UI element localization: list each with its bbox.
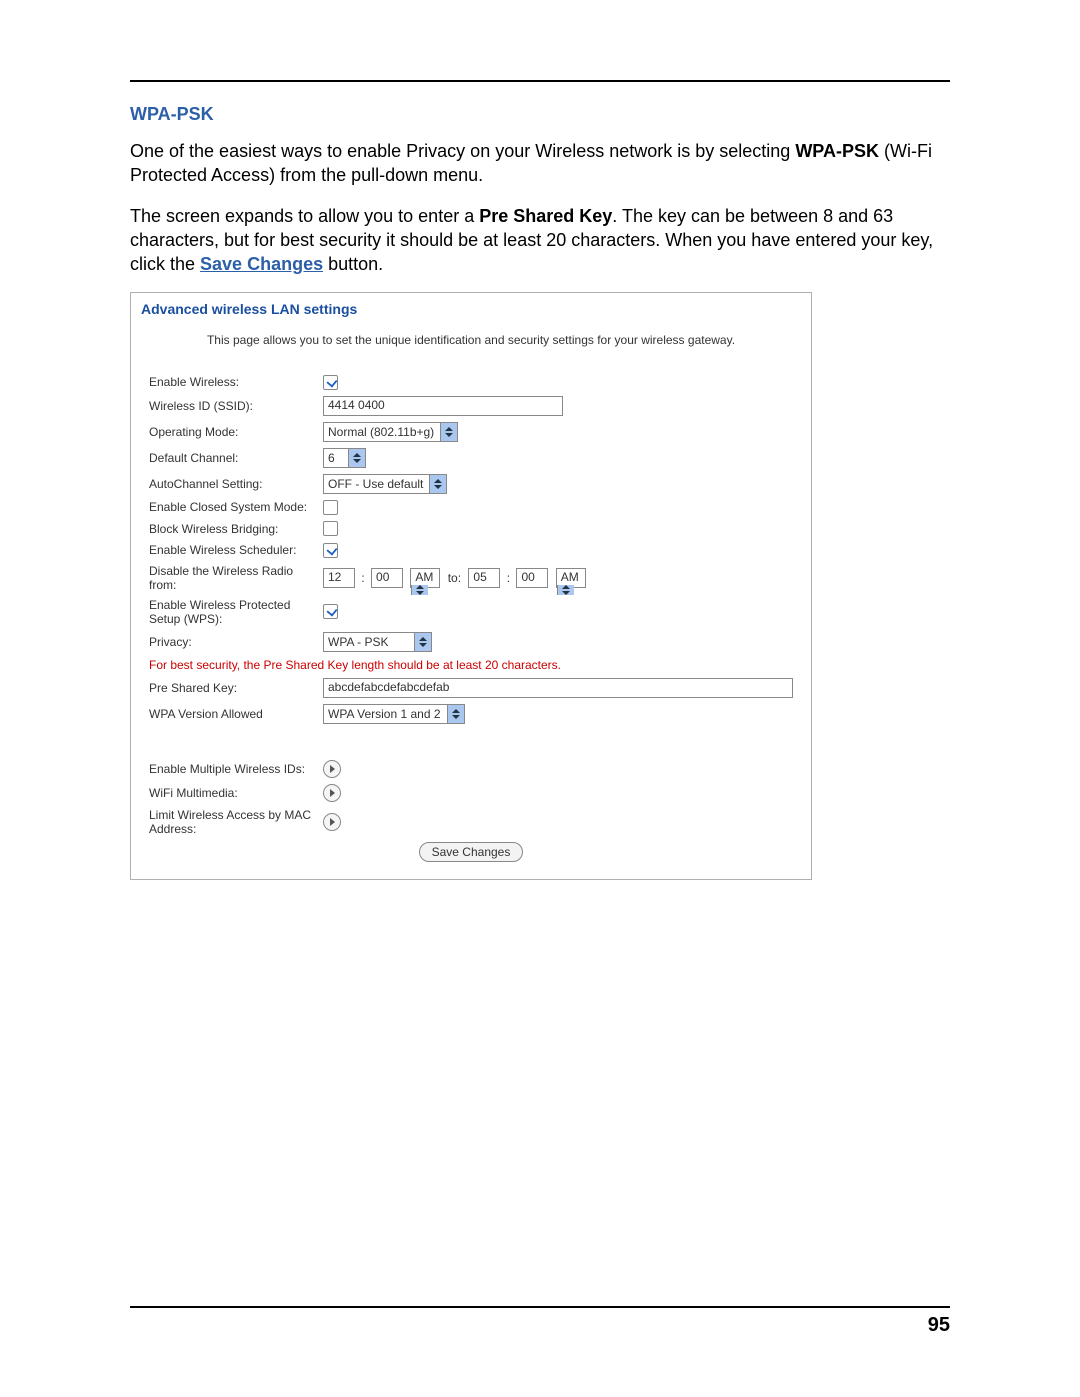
select-wpa-version-text: WPA Version 1 and 2 <box>324 705 447 723</box>
top-horizontal-rule <box>130 80 950 82</box>
page-number: 95 <box>130 1314 950 1337</box>
select-from-ampm-text: AM <box>411 569 439 585</box>
input-from-min[interactable]: 00 <box>371 568 403 588</box>
chevron-right-icon[interactable] <box>323 760 341 778</box>
select-operating-mode[interactable]: Normal (802.11b+g) <box>323 422 458 442</box>
label-block-bridging: Block Wireless Bridging: <box>145 518 319 539</box>
label-ssid: Wireless ID (SSID): <box>145 393 319 419</box>
select-to-ampm-text: AM <box>557 569 585 585</box>
chevron-right-icon[interactable] <box>323 813 341 831</box>
settings-panel: Advanced wireless LAN settings This page… <box>130 292 812 879</box>
save-changes-button[interactable]: Save Changes <box>419 842 524 862</box>
updown-arrows-icon <box>440 423 457 441</box>
para1-text-a: One of the easiest ways to enable Privac… <box>130 141 795 161</box>
select-from-ampm[interactable]: AM <box>410 568 440 588</box>
chevron-right-icon[interactable] <box>323 784 341 802</box>
select-privacy-text: WPA - PSK <box>324 633 414 651</box>
para2-bold: Pre Shared Key <box>479 206 612 226</box>
updown-arrows-icon <box>447 705 464 723</box>
para2-text-c: button. <box>323 254 383 274</box>
input-psk[interactable]: abcdefabcdefabcdefab <box>323 678 793 698</box>
select-to-ampm[interactable]: AM <box>556 568 586 588</box>
input-to-min[interactable]: 00 <box>516 568 548 588</box>
panel-description: This page allows you to set the unique i… <box>131 327 811 365</box>
intro-paragraph-1: One of the easiest ways to enable Privac… <box>130 139 950 188</box>
checkbox-block-bridging[interactable] <box>323 521 338 536</box>
updown-arrows-icon <box>411 585 428 595</box>
select-default-channel-text: 6 <box>324 449 348 467</box>
updown-arrows-icon <box>348 449 365 467</box>
label-wps: Enable Wireless Protected Setup (WPS): <box>145 595 319 629</box>
label-wpa-version: WPA Version Allowed <box>145 701 319 727</box>
save-changes-link[interactable]: Save Changes <box>200 254 323 274</box>
colon-sep: : <box>358 571 367 585</box>
label-enable-wireless: Enable Wireless: <box>145 371 319 392</box>
intro-paragraph-2: The screen expands to allow you to enter… <box>130 204 950 277</box>
label-mac-limit: Limit Wireless Access by MAC Address: <box>145 805 319 839</box>
section-heading: WPA-PSK <box>130 104 950 125</box>
checkbox-closed-system[interactable] <box>323 500 338 515</box>
label-multi-ids: Enable Multiple Wireless IDs: <box>145 757 319 781</box>
label-privacy: Privacy: <box>145 629 319 655</box>
bottom-horizontal-rule <box>130 1306 950 1308</box>
para1-bold: WPA-PSK <box>795 141 879 161</box>
input-from-hour[interactable]: 12 <box>323 568 355 588</box>
select-autochannel-text: OFF - Use default <box>324 475 429 493</box>
label-disable-radio: Disable the Wireless Radio from: <box>145 561 319 595</box>
checkbox-scheduler[interactable] <box>323 543 338 558</box>
to-label: to: <box>448 571 461 585</box>
para2-text-a: The screen expands to allow you to enter… <box>130 206 479 226</box>
select-operating-mode-text: Normal (802.11b+g) <box>324 423 440 441</box>
input-to-hour[interactable]: 05 <box>468 568 500 588</box>
psk-length-note: For best security, the Pre Shared Key le… <box>145 655 797 675</box>
settings-form: Enable Wireless: Wireless ID (SSID): 441… <box>145 371 797 864</box>
select-autochannel[interactable]: OFF - Use default <box>323 474 447 494</box>
updown-arrows-icon <box>557 585 574 595</box>
label-scheduler: Enable Wireless Scheduler: <box>145 539 319 560</box>
label-default-channel: Default Channel: <box>145 445 319 471</box>
input-ssid[interactable]: 4414 0400 <box>323 396 563 416</box>
select-privacy[interactable]: WPA - PSK <box>323 632 432 652</box>
label-operating-mode: Operating Mode: <box>145 419 319 445</box>
updown-arrows-icon <box>414 633 431 651</box>
select-default-channel[interactable]: 6 <box>323 448 366 468</box>
select-wpa-version[interactable]: WPA Version 1 and 2 <box>323 704 465 724</box>
label-wifi-mm: WiFi Multimedia: <box>145 781 319 805</box>
panel-title: Advanced wireless LAN settings <box>131 293 811 327</box>
colon-sep: : <box>504 571 513 585</box>
label-psk: Pre Shared Key: <box>145 675 319 701</box>
checkbox-wps[interactable] <box>323 604 338 619</box>
checkbox-enable-wireless[interactable] <box>323 375 338 390</box>
page-footer: 95 <box>130 1306 950 1337</box>
updown-arrows-icon <box>429 475 446 493</box>
label-autochannel: AutoChannel Setting: <box>145 471 319 497</box>
label-closed-system: Enable Closed System Mode: <box>145 497 319 518</box>
